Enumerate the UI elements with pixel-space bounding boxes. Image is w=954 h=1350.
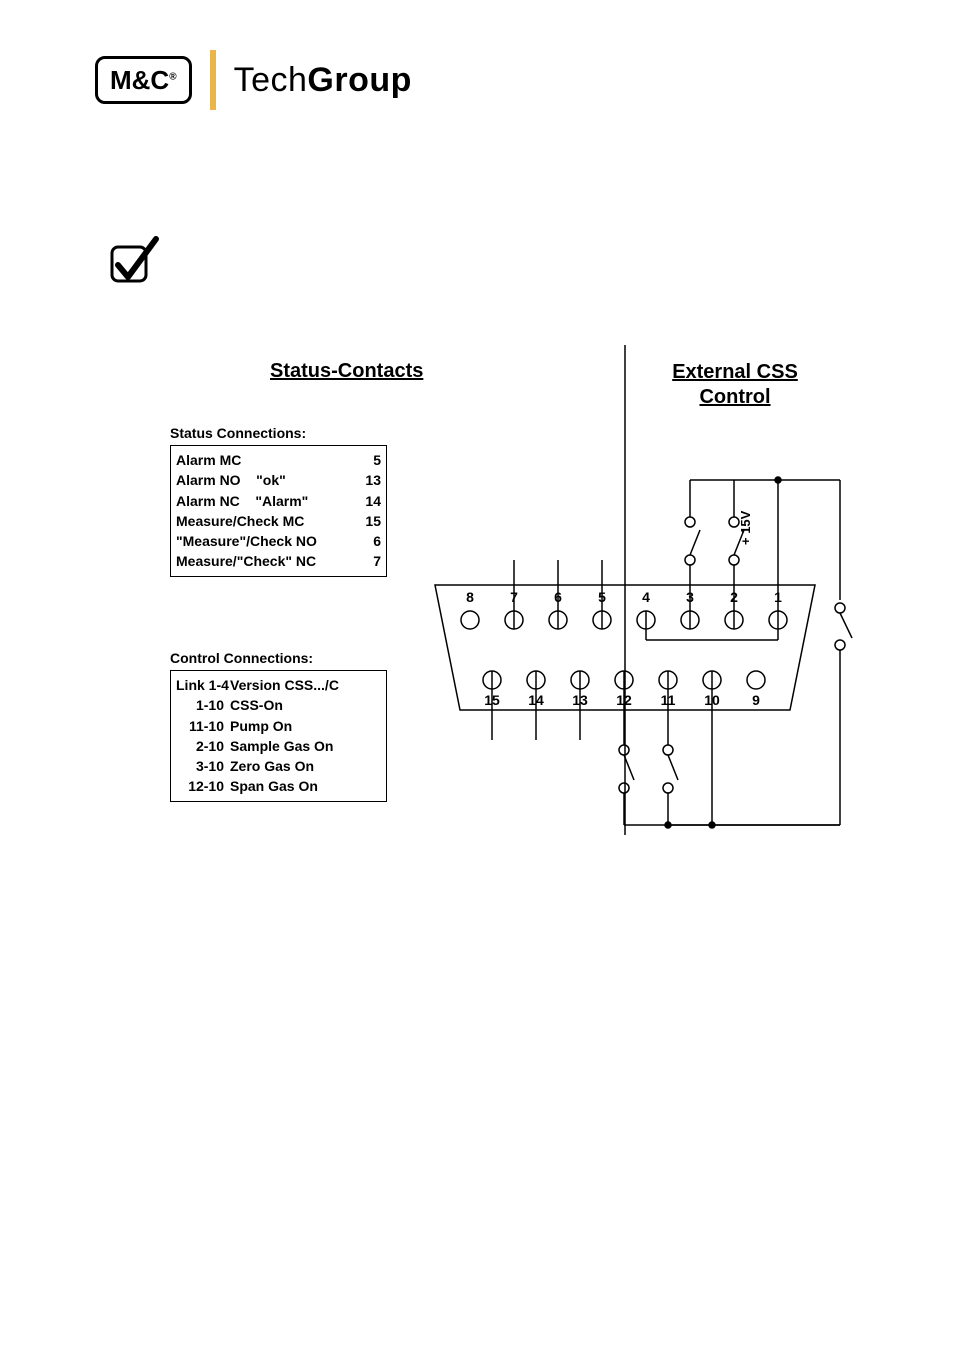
voltage-label: + 15V: [738, 510, 753, 545]
table-row: Measure/Check MC15: [176, 511, 381, 531]
table-row: 11-10Pump On: [176, 716, 381, 736]
brand-name: TechGroup: [234, 61, 412, 100]
table-row: 1-10CSS-On: [176, 695, 381, 715]
pin-label: 8: [466, 589, 474, 605]
table-row: 12-10Span Gas On: [176, 776, 381, 796]
logo-text: M&C: [110, 65, 169, 95]
status-connections-heading: Status Connections:: [170, 425, 385, 441]
checkmark-icon: [110, 235, 150, 275]
table-row: Alarm MC5: [176, 450, 381, 470]
wiring-diagram: Status-Contacts External CSS Control Sta…: [170, 340, 870, 860]
mc-logo: M&C®: [95, 56, 192, 104]
control-connections-table: Link 1-4Version CSS.../C 1-10CSS-On 11-1…: [170, 670, 387, 802]
pin-label: 4: [642, 589, 650, 605]
vertical-accent-bar: [210, 50, 216, 110]
table-row: Alarm NO "ok"13: [176, 470, 381, 490]
table-row: Link 1-4Version CSS.../C: [176, 675, 381, 695]
table-row: Measure/"Check" NC7: [176, 551, 381, 571]
table-row: Alarm NC "Alarm"14: [176, 491, 381, 511]
brand-bold: Group: [307, 61, 411, 99]
table-row: "Measure"/Check NO6: [176, 531, 381, 551]
brand-thin: Tech: [234, 61, 308, 99]
page-header: M&C® TechGroup: [95, 50, 412, 110]
pin-label: 9: [752, 692, 760, 708]
table-row: 3-10Zero Gas On: [176, 756, 381, 776]
logo-reg: ®: [169, 71, 176, 82]
control-connections-heading: Control Connections:: [170, 650, 385, 666]
connector-schematic: 8 7 6 5 4 3 2 1 15 14 13 12 11 10 9: [400, 340, 870, 860]
status-connections-table: Alarm MC5 Alarm NO "ok"13 Alarm NC "Alar…: [170, 445, 387, 577]
table-row: 2-10Sample Gas On: [176, 736, 381, 756]
